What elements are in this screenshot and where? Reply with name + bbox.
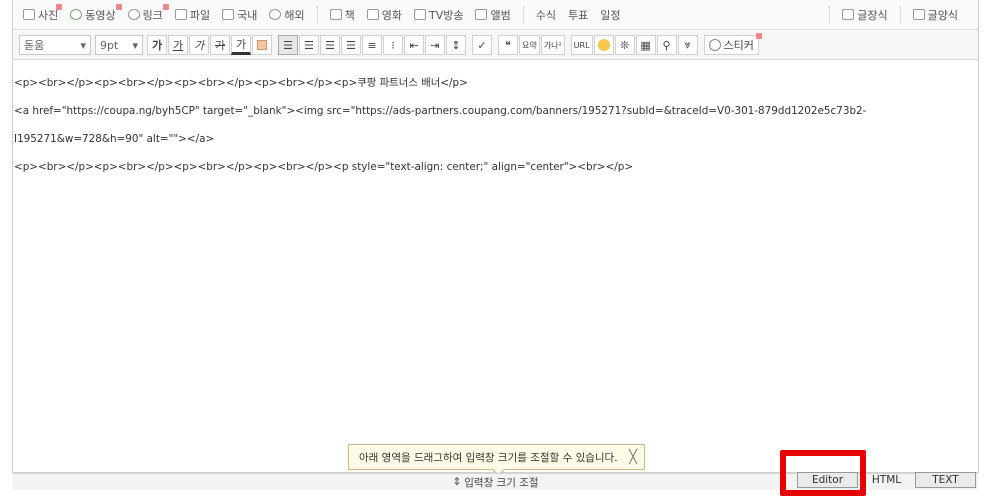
table-icon: ▦ [640, 38, 651, 52]
strike-button[interactable]: 가 [210, 35, 230, 55]
align-right-icon: ☰ [325, 38, 335, 52]
overseas-map-button[interactable]: 해외 [263, 4, 310, 26]
editor-content[interactable]: <p><br></p><p><br></p><p><br></p><p><br>… [14, 62, 978, 188]
divider [829, 5, 831, 24]
special-char-icon: ❊ [619, 38, 630, 52]
poll-button[interactable]: 투표 [562, 4, 594, 26]
indent-icon: ⇥ [430, 38, 440, 52]
table-button[interactable]: ▦ [635, 35, 656, 55]
align-center-button[interactable]: ☰ [299, 35, 319, 55]
highlight-annotation [780, 450, 866, 496]
indent-button[interactable]: ⇥ [425, 35, 445, 55]
font-color-button[interactable]: 가 [231, 35, 251, 55]
special-char-button[interactable]: ❊ [614, 35, 635, 55]
photo-icon [23, 9, 35, 20]
align-left-button[interactable]: ☰ [278, 35, 298, 55]
globe-icon [269, 9, 282, 20]
chevron-double-down-icon: ⩔ [684, 38, 691, 51]
tv-button[interactable]: TV방송 [408, 4, 469, 26]
video-icon [70, 9, 83, 20]
outdent-icon: ⇤ [409, 38, 419, 52]
underline-button[interactable]: 가 [168, 35, 188, 55]
url-button[interactable]: URL [570, 35, 593, 55]
format-toolbar: 돋움 ▾ 9pt ▾ 가 가 가 가 가 ☰ ☰ ☰ ☰ ≡ ⁝ ⇤ ⇥ ↕ ✓ ❝… [13, 31, 978, 60]
align-justify-button[interactable]: ☰ [341, 35, 361, 55]
video-button[interactable]: 동영상 [64, 3, 122, 26]
tv-icon [414, 9, 426, 20]
code-line: <p><br></p><p><br></p><p><br></p><p><br>… [14, 77, 468, 89]
more-button[interactable]: ⩔ [677, 35, 698, 55]
book-button[interactable]: 책 [324, 4, 361, 26]
align-center-icon: ☰ [304, 38, 314, 52]
text-template-button[interactable]: 글양식 [907, 4, 964, 26]
spellcheck-button[interactable]: ✓ [472, 35, 492, 55]
new-badge [56, 3, 63, 10]
align-group: ☰ ☰ ☰ ☰ ≡ ⁝ ⇤ ⇥ ↕ [278, 35, 467, 55]
code-line: <a href="https://coupa.ng/byh5CP" target… [14, 105, 867, 117]
italic-button[interactable]: 가 [189, 35, 209, 55]
file-icon [174, 9, 187, 20]
resize-tooltip: 아래 영역을 드래그하여 입력창 크기를 조절할 수 있습니다. ╳ [348, 444, 645, 470]
font-size-select[interactable]: 9pt ▾ [95, 35, 143, 55]
spellcheck-group: ✓ [472, 35, 493, 55]
font-family-select[interactable]: 돋움 ▾ [19, 35, 91, 55]
movie-button[interactable]: 영화 [361, 4, 408, 26]
numbered-list-icon: ≡ [367, 38, 377, 52]
align-right-button[interactable]: ☰ [320, 35, 340, 55]
chevron-down-icon: ▾ [132, 38, 138, 52]
divider [899, 5, 901, 24]
numbered-list-button[interactable]: ≡ [362, 35, 382, 55]
photo-button[interactable]: 사진 [17, 3, 64, 26]
superscript-button[interactable]: 가나² [540, 35, 565, 55]
resize-label: 입력창 크기 조절 [464, 476, 539, 489]
close-icon[interactable]: ╳ [629, 450, 637, 465]
search-icon: ⚲ [662, 38, 671, 52]
album-button[interactable]: 앨범 [469, 4, 516, 26]
map-icon [222, 9, 235, 20]
schedule-button[interactable]: 일정 [594, 4, 626, 26]
link-button[interactable]: 링크 [122, 3, 169, 26]
code-line: <p><br></p><p><br></p><p><br></p><p><br>… [14, 161, 634, 173]
text-mode-tab[interactable]: TEXT [915, 472, 976, 488]
html-mode-tab[interactable]: HTML [858, 472, 915, 488]
align-left-icon: ☰ [283, 38, 293, 52]
bullet-list-button[interactable]: ⁝ [383, 35, 403, 55]
insert-toolbar: 사진 동영상 링크 파일 국내 해외 책 영화 TV방송 앨범 수식 투표 일정… [13, 0, 978, 30]
find-button[interactable]: ⚲ [656, 35, 677, 55]
summary-button[interactable]: 요약 [519, 35, 540, 55]
highlight-icon [257, 40, 267, 50]
album-icon [475, 9, 488, 20]
new-badge [755, 33, 762, 39]
resize-icon: ⇕ [452, 476, 462, 488]
movie-icon [366, 9, 379, 20]
media-group: URL ❊ ▦ ⚲ ⩔ [570, 35, 699, 55]
text-decoration-button[interactable]: 글장식 [836, 4, 893, 26]
align-justify-icon: ☰ [346, 38, 356, 52]
template-icon [912, 9, 925, 20]
sticker-button[interactable]: 스티커 [703, 33, 762, 55]
bullet-list-icon: ⁝ [391, 38, 395, 52]
chevron-down-icon: ▾ [80, 38, 86, 52]
line-height-button[interactable]: ↕ [446, 35, 466, 55]
formula-button[interactable]: 수식 [530, 4, 562, 26]
file-button[interactable]: 파일 [169, 4, 216, 26]
text-style-group: 가 가 가 가 가 [147, 35, 273, 55]
divider [316, 5, 318, 24]
domestic-map-button[interactable]: 국내 [216, 4, 263, 26]
spellcheck-icon: ✓ [477, 38, 487, 52]
link-icon [127, 9, 140, 20]
book-icon [329, 9, 342, 20]
bold-button[interactable]: 가 [147, 35, 167, 55]
sticker-icon [708, 39, 721, 51]
emoticon-icon [597, 39, 610, 51]
line-height-icon: ↕ [451, 38, 461, 52]
quote-button[interactable]: ❝ [498, 35, 518, 55]
highlight-button[interactable] [252, 35, 272, 55]
insert-group: ❝ 요약 가나² [498, 35, 566, 55]
code-line: I195271&w=728&h=90" alt=""></a> [14, 133, 215, 145]
outdent-button[interactable]: ⇤ [404, 35, 424, 55]
decorate-icon [842, 9, 855, 20]
divider [522, 5, 524, 24]
emoticon-button[interactable] [593, 35, 614, 55]
